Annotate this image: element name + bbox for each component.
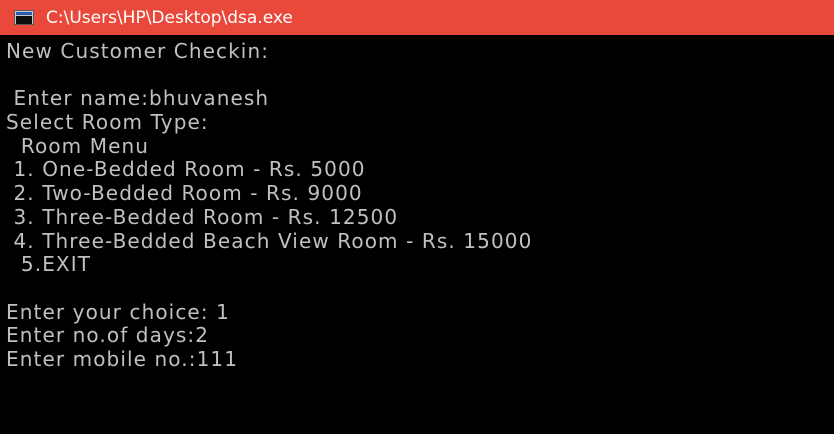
console-line: 2. Two-Bedded Room - Rs. 9000 (6, 181, 363, 206)
title-bar[interactable]: C:\Users\HP\Desktop\dsa.exe (0, 0, 834, 35)
console-app-icon[interactable] (14, 10, 34, 25)
console-line: 4. Three-Bedded Beach View Room - Rs. 15… (6, 228, 533, 253)
console-line: Enter no.of days:2 (6, 323, 210, 348)
console-line: Enter your choice: 1 (6, 299, 230, 324)
console-line: Enter name:bhuvanesh (6, 86, 270, 111)
console-line: 5.EXIT (6, 252, 92, 277)
console-line: 1. One-Bedded Room - Rs. 5000 (6, 157, 366, 182)
console-window: C:\Users\HP\Desktop\dsa.exe New Customer… (0, 0, 834, 434)
console-line: 3. Three-Bedded Room - Rs. 12500 (6, 204, 399, 229)
console-line: New Customer Checkin: (6, 39, 270, 63)
window-title: C:\Users\HP\Desktop\dsa.exe (46, 7, 293, 28)
console-output[interactable]: New Customer Checkin: Enter name:bhuvane… (6, 39, 830, 372)
console-line: Select Room Type: (6, 110, 209, 135)
console-line: Room Menu (6, 133, 150, 158)
console-line: Enter mobile no.:111 (6, 346, 239, 371)
